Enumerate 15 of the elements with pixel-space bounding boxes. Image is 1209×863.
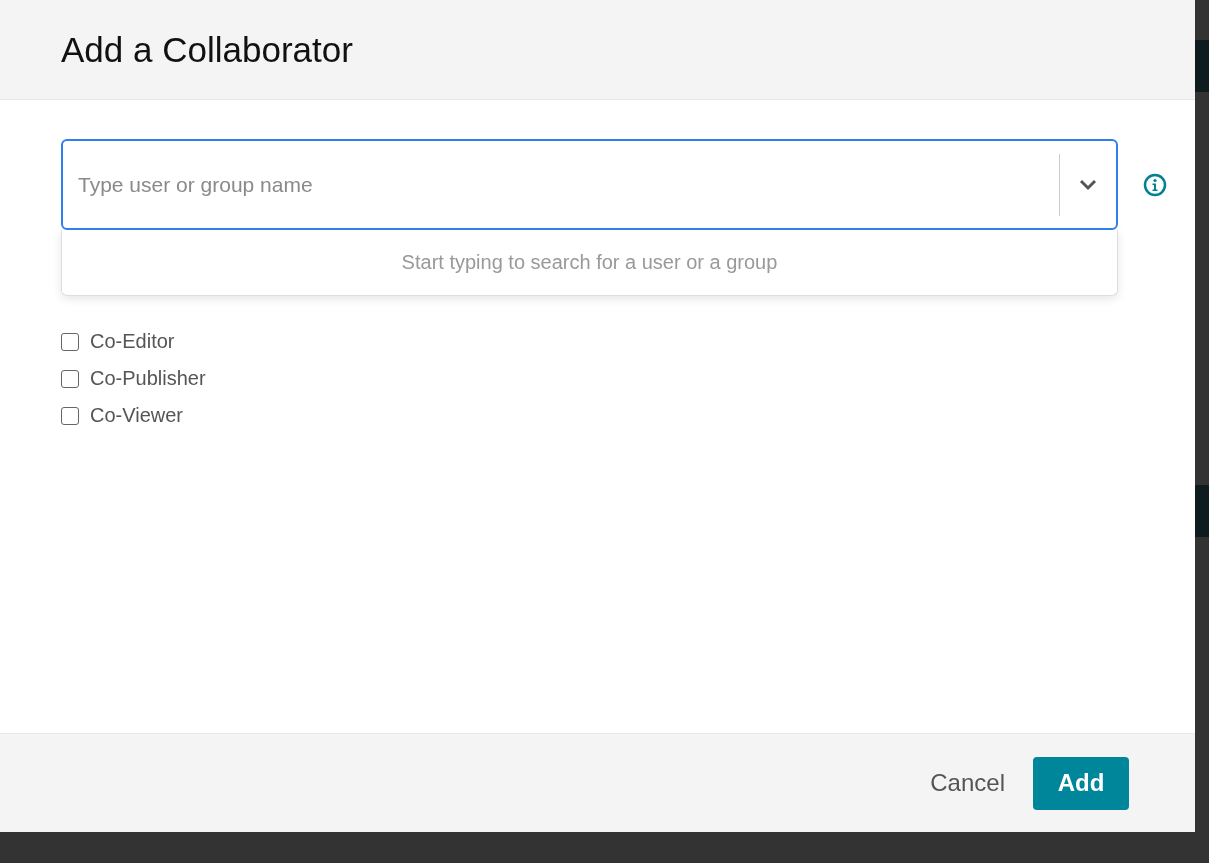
checkbox[interactable] [61, 369, 79, 388]
checkbox[interactable] [61, 332, 79, 351]
cancel-button[interactable]: Cancel [930, 759, 1005, 807]
checkbox-label: Co-Viewer [90, 404, 183, 427]
checkbox-label: Co-Editor [90, 330, 175, 353]
background-bar [1195, 40, 1209, 92]
background-bar [1195, 485, 1209, 537]
dropdown-hint: Start typing to search for a user or a group [401, 251, 778, 274]
checkbox[interactable] [61, 406, 79, 425]
dialog-title: Add a Collaborator [61, 29, 353, 70]
search-field[interactable]: Type user or group name [61, 139, 1118, 230]
search-input[interactable]: Type user or group name [63, 171, 1059, 198]
info-icon[interactable] [1143, 172, 1167, 197]
checkbox-label: Co-Publisher [90, 367, 206, 390]
add-button[interactable]: Add [1033, 756, 1129, 810]
